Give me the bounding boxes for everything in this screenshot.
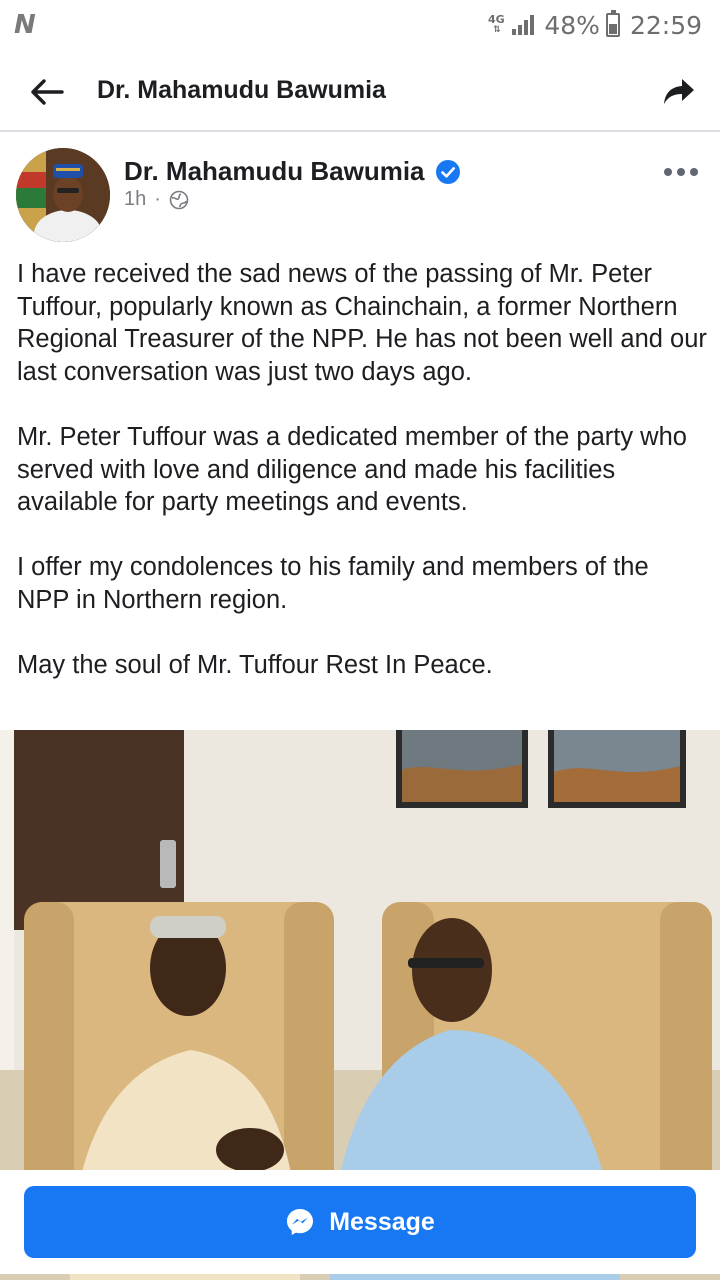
app-bar: Dr. Mahamudu Bawumia (0, 50, 720, 132)
message-button[interactable]: Message (24, 1186, 696, 1258)
more-options-button[interactable] (664, 162, 698, 182)
status-indicators: 4G ⇅ 48% 22:59 (484, 8, 702, 42)
data-arrows-icon: ⇅ (493, 25, 501, 35)
back-button[interactable] (26, 72, 66, 112)
post-meta: 1h · (124, 188, 189, 211)
carrier-logo: N (14, 10, 36, 40)
post-paragraph: I have received the sad news of the pass… (17, 260, 707, 386)
globe-icon (169, 190, 189, 209)
author-row: Dr. Mahamudu Bawumia (124, 156, 461, 187)
post-body: I have received the sad news of the pass… (17, 258, 707, 682)
network-indicator: 4G ⇅ (484, 14, 508, 36)
author-name[interactable]: Dr. Mahamudu Bawumia (124, 156, 425, 187)
battery-fill (608, 24, 617, 34)
post-paragraph: I offer my condolences to his family and… (17, 553, 649, 614)
meta-separator: · (154, 188, 161, 210)
verified-badge-icon (435, 159, 460, 184)
author-avatar[interactable] (16, 148, 110, 242)
arrow-left-icon (31, 79, 64, 105)
battery-percent: 48% (544, 10, 600, 40)
messenger-icon (287, 1209, 314, 1235)
message-bar: Message (0, 1170, 720, 1274)
share-button[interactable] (662, 74, 696, 108)
post-paragraph: May the soul of Mr. Tuffour Rest In Peac… (17, 651, 493, 680)
status-bar: N 4G ⇅ 48% 22:59 (0, 0, 720, 50)
signal-icon (512, 15, 536, 35)
page-title: Dr. Mahamudu Bawumia (97, 76, 386, 104)
message-button-label: Message (329, 1207, 435, 1236)
battery-icon (605, 10, 620, 37)
post-header: Dr. Mahamudu Bawumia 1h · (0, 146, 720, 246)
more-dots-icon (664, 168, 672, 176)
post-paragraph: Mr. Peter Tuffour was a dedicated member… (17, 422, 687, 517)
clock: 22:59 (629, 10, 702, 40)
avatar-image (16, 148, 110, 242)
post-time[interactable]: 1h (124, 188, 146, 211)
share-arrow-icon (664, 79, 694, 104)
